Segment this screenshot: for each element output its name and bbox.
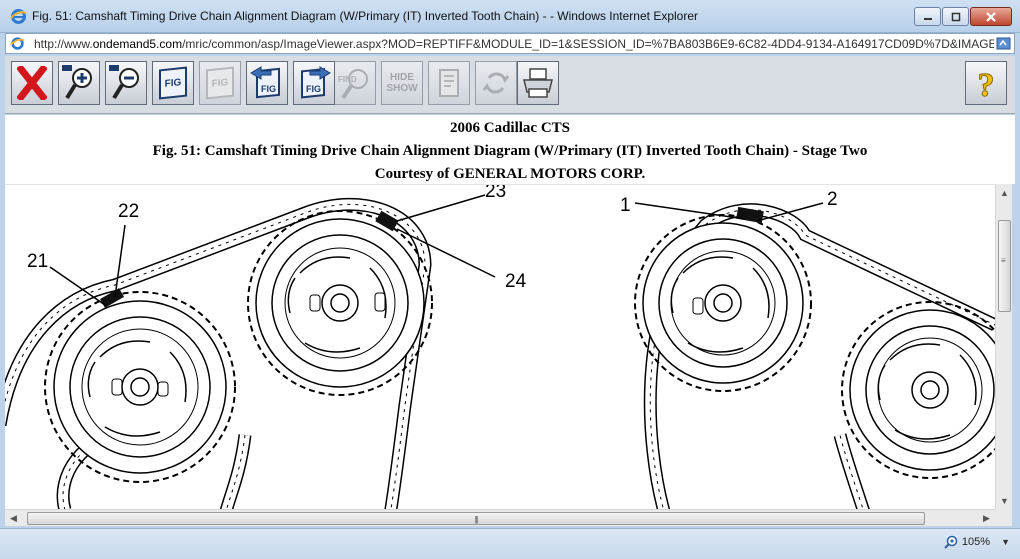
- timing-chain-diagram: 22 21 23 24 1 2: [5, 185, 995, 509]
- zoom-dropdown-icon[interactable]: ▼: [1001, 537, 1010, 547]
- window-title: Fig. 51: Camshaft Timing Drive Chain Ali…: [32, 9, 698, 23]
- callout-22: 22: [118, 201, 139, 222]
- help-button[interactable]: ?: [965, 61, 1007, 105]
- right-intake-sprocket: [634, 214, 812, 392]
- svg-text:FIG: FIG: [261, 84, 276, 94]
- right-exhaust-sprocket: [841, 301, 995, 479]
- fig-hand-icon: FIG: [206, 66, 234, 100]
- print-button[interactable]: [517, 61, 559, 105]
- status-bar: 105% ▼: [0, 528, 1020, 559]
- zoom-control[interactable]: 105%: [944, 535, 990, 549]
- vertical-scroll-thumb[interactable]: ≡: [998, 220, 1011, 312]
- svg-text:?: ?: [978, 67, 995, 102]
- url-rest: /mric/common/asp/ImageViewer.aspx?MOD=RE…: [182, 37, 994, 51]
- maximize-button[interactable]: [942, 7, 969, 26]
- diagram-view[interactable]: 22 21 23 24 1 2: [5, 184, 995, 509]
- viewer-toolbar: FIG FIG FIG FIG FIND HIDE SHOW ?: [5, 56, 1015, 114]
- url-domain: ondemand5.com: [92, 37, 183, 51]
- refresh-button[interactable]: [475, 61, 517, 105]
- scroll-corner: [995, 509, 1012, 526]
- next-figure-button[interactable]: FIG: [293, 61, 335, 105]
- help-icon: ?: [977, 67, 995, 103]
- notes-button[interactable]: [428, 61, 470, 105]
- zoom-icon: [944, 535, 958, 549]
- figure-credit: Courtesy of GENERAL MOTORS CORP.: [374, 166, 646, 182]
- fig-window-icon: FIG: [159, 66, 187, 100]
- find-button[interactable]: FIND: [334, 61, 376, 105]
- vehicle-title: 2006 Cadillac CTS: [449, 120, 570, 136]
- callout-23: 23: [485, 185, 506, 202]
- zoom-in-icon: [62, 65, 92, 100]
- close-button[interactable]: [970, 7, 1012, 26]
- maximize-icon: [951, 12, 960, 21]
- figure-title: Fig. 51: Camshaft Timing Drive Chain Ali…: [152, 143, 868, 159]
- ie-icon: [10, 9, 27, 24]
- callout-24: 24: [505, 271, 527, 292]
- zoom-in-button[interactable]: [58, 61, 100, 105]
- notes-icon: [439, 69, 459, 97]
- fig-window-button[interactable]: FIG: [152, 61, 194, 105]
- fig-hand-button[interactable]: FIG: [199, 61, 241, 105]
- callout-2: 2: [827, 189, 838, 210]
- callout-21: 21: [27, 251, 48, 272]
- vertical-scrollbar[interactable]: ▲ ≡ ▼: [995, 184, 1012, 509]
- url-text[interactable]: http://www.ondemand5.com/mric/common/asp…: [34, 37, 994, 51]
- url-prefix: http://www.: [34, 37, 93, 51]
- hide-show-button[interactable]: HIDE SHOW: [381, 61, 423, 105]
- scroll-left-icon[interactable]: ◀: [5, 510, 22, 527]
- fig-next-icon: FIG: [301, 66, 331, 99]
- minimize-button[interactable]: [914, 7, 941, 26]
- address-bar[interactable]: http://www.ondemand5.com/mric/common/asp…: [5, 33, 1015, 54]
- zoom-out-icon: [109, 65, 139, 100]
- minimize-icon: [923, 17, 932, 20]
- find-icon: FIND: [338, 69, 368, 100]
- scroll-right-icon[interactable]: ▶: [978, 510, 995, 527]
- scroll-down-icon[interactable]: ▼: [996, 492, 1013, 509]
- compatibility-view-icon[interactable]: [996, 36, 1011, 51]
- zoom-out-button[interactable]: [105, 61, 147, 105]
- close-viewer-button[interactable]: [11, 61, 53, 105]
- svg-text:FIND: FIND: [338, 75, 357, 84]
- svg-text:FIG: FIG: [306, 84, 321, 94]
- hide-show-label: HIDE SHOW: [386, 72, 418, 94]
- horizontal-scrollbar[interactable]: ◀ ||| ▶: [5, 509, 995, 526]
- left-exhaust-sprocket: [44, 291, 236, 483]
- close-icon: [986, 11, 996, 22]
- previous-figure-button[interactable]: FIG: [246, 61, 288, 105]
- document-header: 2006 Cadillac CTS Fig. 51: Camshaft Timi…: [5, 115, 1015, 184]
- printer-icon: [523, 68, 553, 98]
- scroll-up-icon[interactable]: ▲: [996, 184, 1013, 201]
- page-ie-icon: [10, 37, 25, 50]
- left-intake-sprocket: [247, 210, 433, 396]
- horizontal-scroll-thumb[interactable]: |||: [27, 512, 925, 525]
- callout-1: 1: [620, 195, 631, 216]
- fig-prev-icon: FIG: [250, 66, 280, 99]
- refresh-icon: [482, 72, 510, 94]
- zoom-level: 105%: [961, 536, 990, 548]
- title-bar: Fig. 51: Camshaft Timing Drive Chain Ali…: [0, 0, 1020, 33]
- red-x-icon: [17, 66, 47, 100]
